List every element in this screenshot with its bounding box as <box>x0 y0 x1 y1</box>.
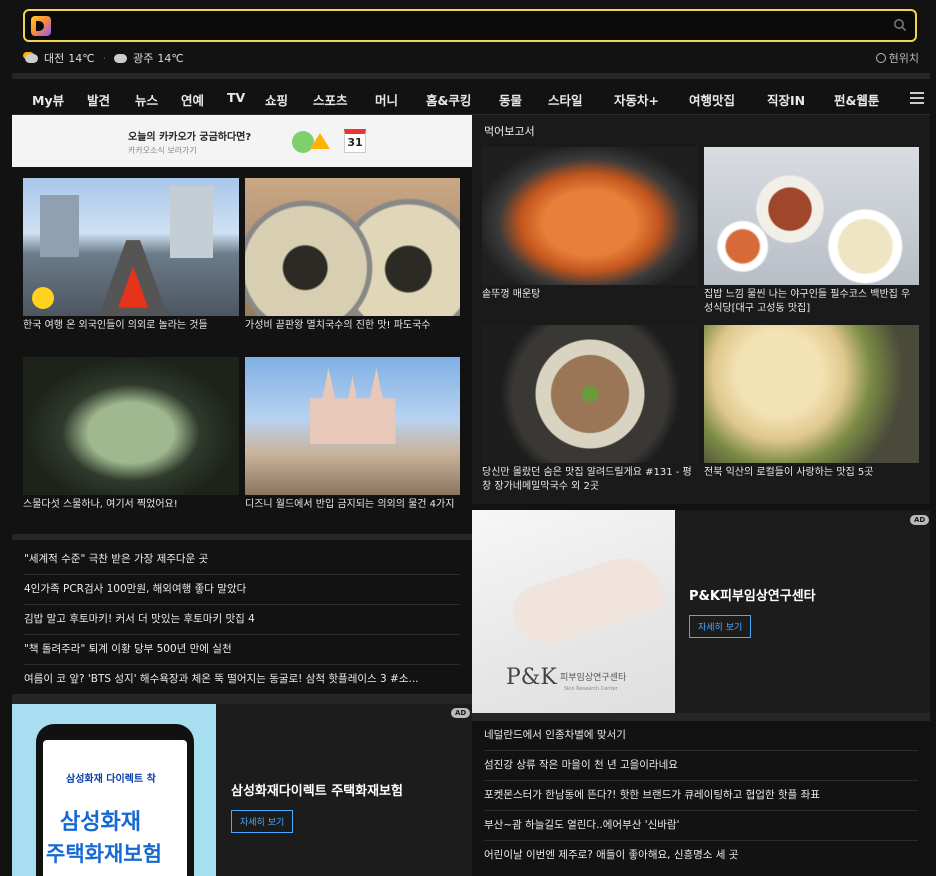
ad-headline: 삼성화재 <box>60 810 141 835</box>
article-thumbnail[interactable] <box>704 325 919 463</box>
search-icon[interactable] <box>893 18 907 32</box>
article-card[interactable]: 가성비 끝판왕 멸치국수의 진한 맛! 파도국수 <box>245 178 460 333</box>
article-card[interactable]: 스물다섯 스물하나, 여기서 찍었어요! <box>23 357 239 512</box>
article-thumbnail[interactable] <box>482 325 698 463</box>
ad-logo-subtitle: 피부임상연구센타 <box>560 673 627 683</box>
article-caption[interactable]: 솥뚜껑 매운탕 <box>482 288 698 302</box>
ad-image[interactable]: P&K 피부임상연구센타 Skin Research Center <box>472 510 675 713</box>
building-shape <box>169 186 214 259</box>
weather-city: 대전 <box>44 52 65 65</box>
nav-item[interactable]: 자동차+ <box>614 90 659 109</box>
list-item[interactable]: "책 돌려주라" 퇴계 이황 당부 500년 만에 실천 <box>24 635 460 665</box>
article-caption[interactable]: 당신만 몰랐던 숨은 맛집 알려드릴게요 #131 - 평창 장가네메밀막국수 … <box>482 466 698 494</box>
category-nav: My뷰 발견 뉴스 연예 TV 쇼핑 스포츠 머니 홈&쿠킹 동물 스타일 자동… <box>12 84 930 117</box>
article-caption[interactable]: 집밥 느낌 물씬 나는 야구인들 필수코스 백반집 우성식당[대구 고성동 맛집… <box>704 288 919 316</box>
nav-item[interactable]: 쇼핑 <box>265 90 288 109</box>
building-shape <box>40 194 80 257</box>
article-thumbnail[interactable] <box>704 147 919 285</box>
article-card[interactable]: 디즈니 월드에서 반입 금지되는 의외의 물건 4가지 <box>245 357 460 512</box>
article-caption[interactable]: 가성비 끝판왕 멸치국수의 진한 맛! 파도국수 <box>245 319 460 333</box>
location-icon <box>875 53 886 63</box>
list-item[interactable]: 여름이 코 앞? 'BTS 성지' 해수욕장과 체온 뚝 떨어지는 동굴로! 삼… <box>24 665 460 695</box>
ad-detail-button[interactable]: 자세히 보기 <box>689 615 752 638</box>
ad-title[interactable]: P&K피부임상연구센타 <box>689 585 816 604</box>
nav-item[interactable]: 연예 <box>181 90 204 109</box>
nav-item[interactable]: 스포츠 <box>313 90 348 109</box>
list-item[interactable]: 섬진강 상류 작은 마을이 천 년 고을이라네요 <box>484 751 918 781</box>
weather-temp: 14℃ <box>157 51 184 65</box>
ad-detail-button[interactable]: 자세히 보기 <box>231 810 294 833</box>
article-thumbnail[interactable] <box>245 357 460 495</box>
article-thumbnail[interactable] <box>245 178 460 316</box>
logo-icon <box>31 287 54 310</box>
weather-city: 광주 <box>133 52 154 65</box>
character-icon <box>292 131 314 153</box>
nav-item[interactable]: 머니 <box>375 90 398 109</box>
nav-item[interactable]: 뉴스 <box>135 90 158 109</box>
nav-item[interactable]: 직장IN <box>767 90 805 109</box>
menu-icon[interactable] <box>910 92 924 104</box>
weather-separator: · <box>102 51 107 65</box>
list-item[interactable]: "세계적 수준" 극찬 받은 가장 제주다운 곳 <box>24 545 460 575</box>
nav-item[interactable]: 홈&쿠킹 <box>426 90 471 109</box>
nav-item-active[interactable]: 여행맛집 <box>689 90 736 117</box>
ad-badge: AD <box>910 515 930 525</box>
divider <box>12 73 930 79</box>
ad-brand-text: 삼성화재 다이렉트 착 <box>66 774 156 785</box>
nav-item[interactable]: 펀&웹툰 <box>834 90 879 109</box>
banner-subtitle: 카카오소식 보러가기 <box>128 146 197 155</box>
ad-logo-subtitle-en: Skin Research Center <box>564 686 618 692</box>
divider <box>12 534 472 540</box>
article-card[interactable]: 한국 여행 온 외국인들이 의외로 놀라는 것들 <box>23 178 239 333</box>
ad-title[interactable]: 삼성화재다이렉트 주택화재보험 <box>231 780 403 799</box>
list-item[interactable]: 네덜란드에서 인종차별에 맞서기 <box>484 721 918 751</box>
list-item[interactable]: 부산~괌 하늘길도 열린다..에어부산 '신바람' <box>484 811 918 841</box>
location-label: 현위치 <box>888 52 919 65</box>
article-card[interactable]: 집밥 느낌 물씬 나는 야구인들 필수코스 백반집 우성식당[대구 고성동 맛집… <box>704 147 919 316</box>
nav-item[interactable]: 동물 <box>499 90 522 109</box>
divider <box>472 713 930 721</box>
ad-badge: AD <box>451 708 471 718</box>
list-item[interactable]: 어린이날 이번엔 제주로? 애들이 좋아해요, 신흥명소 세 곳 <box>484 841 918 871</box>
article-caption[interactable]: 디즈니 월드에서 반입 금지되는 의외의 물건 4가지 <box>245 498 460 512</box>
castle-shape <box>309 368 396 444</box>
list-item[interactable]: 김밥 말고 후토마키! 커서 더 맛있는 후토마키 맛집 4 <box>24 605 460 635</box>
weather-bar[interactable]: 대전 14℃ · 광주 14℃ <box>25 50 184 66</box>
search-input[interactable] <box>59 17 885 35</box>
ad-headline: 주택화재보험 <box>46 842 162 866</box>
daum-logo-icon[interactable] <box>31 16 51 36</box>
news-list: 네덜란드에서 인종차별에 맞서기 섬진강 상류 작은 마을이 천 년 고을이라네… <box>484 721 918 871</box>
calendar-icon: 31 <box>344 129 366 153</box>
article-caption[interactable]: 스물다섯 스물하나, 여기서 찍었어요! <box>23 498 239 512</box>
nav-item[interactable]: My뷰 <box>32 90 64 109</box>
partly-cloudy-icon <box>25 53 38 63</box>
article-card[interactable]: 당신만 몰랐던 숨은 맛집 알려드릴게요 #131 - 평창 장가네메밀막국수 … <box>482 325 698 494</box>
article-card[interactable]: 솥뚜껑 매운탕 <box>482 147 698 302</box>
list-item[interactable]: 4인가족 PCR검사 100만원, 해외여행 좋다 말았다 <box>24 575 460 605</box>
nav-item[interactable]: TV <box>227 90 245 105</box>
banner-title: 오늘의 카카오가 궁금하다면? <box>128 132 252 143</box>
search-bar[interactable] <box>23 9 917 42</box>
article-caption[interactable]: 전북 익산의 로컬들이 사랑하는 맛집 5곳 <box>704 466 919 480</box>
hand-shape <box>506 548 668 652</box>
current-location-button[interactable]: 현위치 <box>875 50 919 66</box>
nav-item[interactable]: 스타일 <box>548 90 583 109</box>
ad-logo-text: P&K <box>506 665 557 690</box>
weather-temp: 14℃ <box>68 51 95 65</box>
article-thumbnail[interactable] <box>482 147 698 285</box>
cloud-icon <box>114 53 128 63</box>
article-card[interactable]: 전북 익산의 로컬들이 사랑하는 맛집 5곳 <box>704 325 919 480</box>
kakao-banner[interactable]: 오늘의 카카오가 궁금하다면? 카카오소식 보러가기 31 <box>12 115 472 167</box>
article-thumbnail[interactable] <box>23 178 239 316</box>
section-title[interactable]: 먹어보고서 <box>484 123 535 139</box>
nav-item[interactable]: 발견 <box>87 90 110 109</box>
divider <box>12 694 472 704</box>
article-thumbnail[interactable] <box>23 357 239 495</box>
news-list: "세계적 수준" 극찬 받은 가장 제주다운 곳 4인가족 PCR검사 100만… <box>24 545 460 695</box>
list-item[interactable]: 포켓몬스터가 한남동에 뜬다?! 핫한 브랜드가 큐레이팅하고 협업한 핫플 좌… <box>484 781 918 811</box>
article-caption[interactable]: 한국 여행 온 외국인들이 의외로 놀라는 것들 <box>23 319 239 333</box>
